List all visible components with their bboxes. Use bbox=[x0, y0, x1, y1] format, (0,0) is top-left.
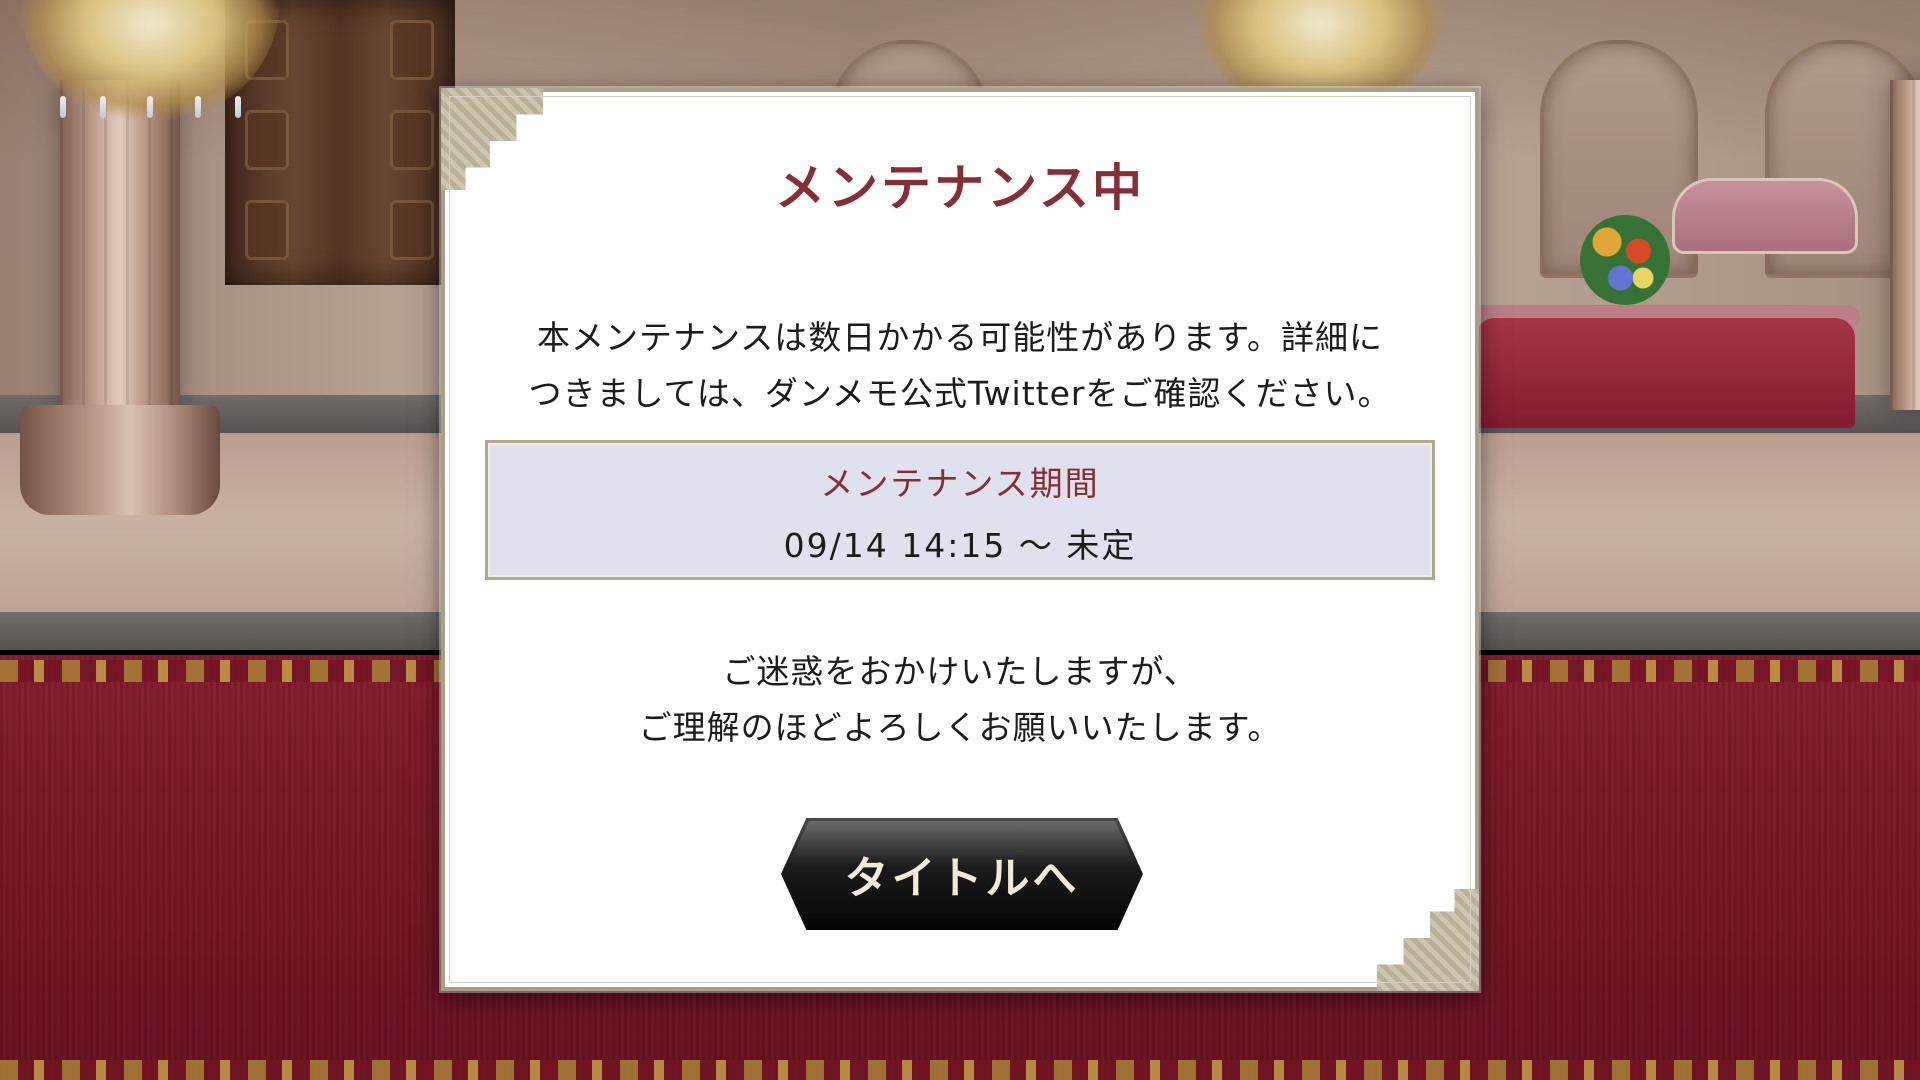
apology-line-2: ご理解のほどよろしくお願いいたします。 bbox=[638, 708, 1282, 747]
corner-ornament-bottom-right bbox=[1377, 889, 1479, 991]
maintenance-period-box: メンテナンス期間 09/14 14:15 〜 未定 bbox=[485, 440, 1435, 580]
period-label: メンテナンス期間 bbox=[820, 464, 1100, 503]
maintenance-message: 本メンテナンスは数日かかる可能性があります。詳細に つきましては、ダンメモ公式T… bbox=[485, 310, 1435, 422]
dialog-title: メンテナンス中 bbox=[775, 159, 1145, 217]
message-line-2: つきましては、ダンメモ公式Twitterをご確認ください。 bbox=[528, 374, 1392, 413]
apology-line-1: ご迷惑をおかけいたしますが、 bbox=[722, 652, 1198, 691]
apology-message: ご迷惑をおかけいたしますが、 ご理解のほどよろしくお願いいたします。 bbox=[485, 644, 1435, 756]
to-title-button-label: タイトルへ bbox=[844, 853, 1080, 904]
maintenance-dialog: メンテナンス中 本メンテナンスは数日かかる可能性があります。詳細に つきましては… bbox=[441, 88, 1479, 991]
to-title-button[interactable]: タイトルへ bbox=[781, 818, 1143, 930]
message-line-1: 本メンテナンスは数日かかる可能性があります。詳細に bbox=[536, 318, 1384, 357]
period-value: 09/14 14:15 〜 未定 bbox=[783, 526, 1137, 565]
